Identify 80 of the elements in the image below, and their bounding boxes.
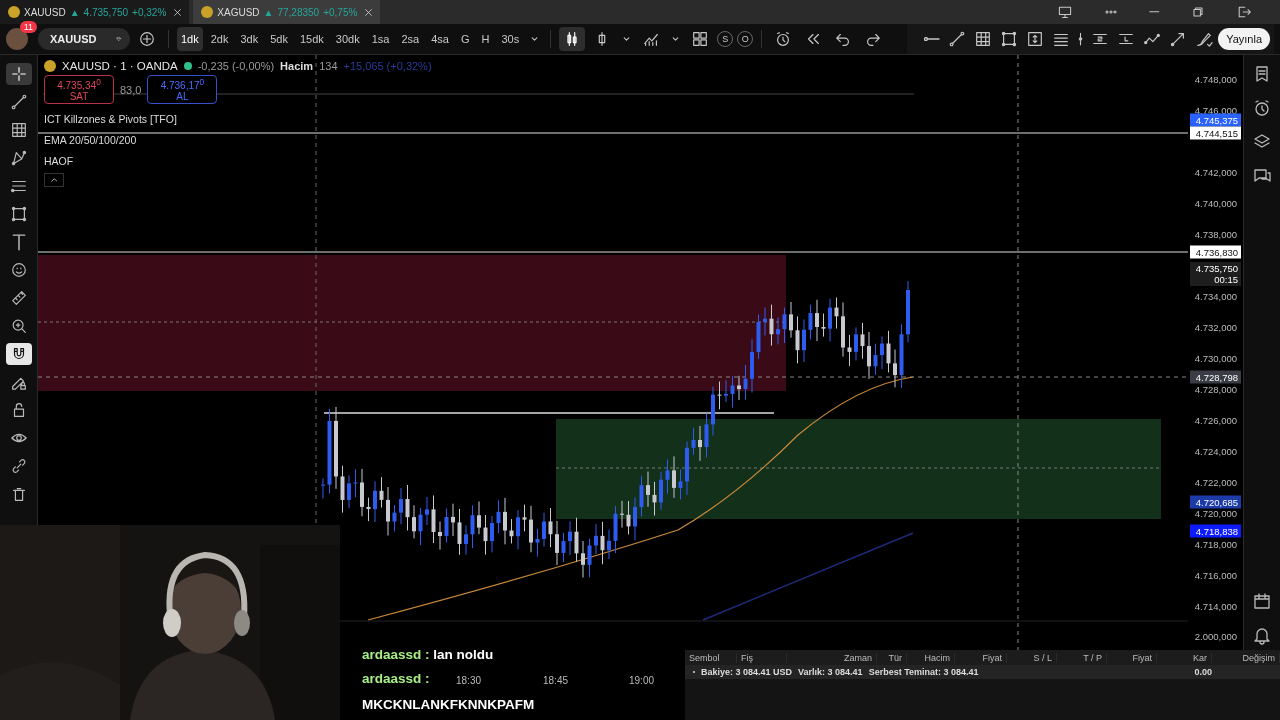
- interval-button[interactable]: 4sa: [427, 27, 453, 51]
- column-header[interactable]: Değişim: [1212, 652, 1280, 663]
- symbol-tab[interactable]: XAUUSD ▲ 4.735,750 +0,32%: [0, 0, 190, 24]
- price-tick: 4.728,000: [1194, 383, 1237, 395]
- volume-label: Hacim: [280, 60, 314, 72]
- time-label: 19:00: [629, 675, 655, 686]
- column-header[interactable]: Kar: [1157, 652, 1212, 663]
- symbol-search-field[interactable]: XAUUSD: [38, 28, 130, 50]
- arrow-icon: ▲: [263, 6, 274, 18]
- price-tag: 4.728,798: [1190, 370, 1241, 384]
- interval-button[interactable]: H: [477, 27, 494, 51]
- account-summary: Varlık: 3 084.41: [798, 667, 863, 677]
- tab-price: 77,28350: [277, 6, 320, 18]
- indicator-label[interactable]: ICT Killzones & Pivots [TFO]: [44, 113, 432, 126]
- price-tick: 4.734,000: [1194, 290, 1237, 302]
- chat-message: ardaassd :: [362, 671, 430, 686]
- tab-symbol: XAUUSD: [24, 6, 66, 18]
- interval-button[interactable]: 1dk: [177, 27, 203, 51]
- price-tick: 4.738,000: [1194, 228, 1237, 240]
- volume-value: 134: [319, 60, 338, 72]
- column-header[interactable]: Fiş: [737, 652, 787, 663]
- interval-button[interactable]: 30dk: [331, 27, 364, 51]
- price-tag: 4.736,830: [1190, 245, 1241, 259]
- time-label: 18:45: [543, 675, 569, 686]
- price-tick: 4.714,000: [1194, 600, 1237, 612]
- tab-symbol: XAGUSD: [217, 6, 260, 18]
- price-tick: 4.722,000: [1194, 476, 1237, 488]
- interval-button[interactable]: 1sa: [367, 27, 394, 51]
- price-tick: 4.742,000: [1194, 166, 1237, 178]
- publish-button[interactable]: Yayınla: [1218, 28, 1270, 50]
- price-tag: 4.745,375: [1190, 113, 1241, 127]
- column-header[interactable]: Fiyat: [1107, 652, 1157, 663]
- arrow-icon: ▲: [69, 6, 80, 18]
- price-tick: 2.000,000: [1194, 630, 1237, 642]
- interval-button[interactable]: 5dk: [266, 27, 292, 51]
- column-header[interactable]: S / L: [1007, 652, 1057, 663]
- price-tick: 4.746,000: [1194, 104, 1237, 116]
- caption-text: MKCKNLANKFKNNKPAFM: [362, 697, 535, 712]
- interval-button[interactable]: 2sa: [397, 27, 424, 51]
- price-tick: 4.740,000: [1194, 197, 1237, 209]
- chat-message: ardaassd : lan noldu: [362, 647, 494, 662]
- tab-change: +0,75%: [323, 6, 358, 18]
- time-label: 18:30: [456, 675, 482, 686]
- indicator-label[interactable]: EMA 20/50/100/200: [44, 134, 432, 147]
- interval-button[interactable]: 30s: [497, 27, 524, 51]
- column-header[interactable]: Tür: [877, 652, 907, 663]
- interval-button[interactable]: 15dk: [296, 27, 328, 51]
- profit-value: 0.00: [1194, 667, 1212, 677]
- price-change: -0,235 (-0,00%): [197, 60, 275, 72]
- tab-change: +0,32%: [132, 6, 167, 18]
- price-tick: 4.732,000: [1194, 321, 1237, 333]
- price-tag: 4.735,750 00:15: [1190, 262, 1241, 286]
- column-header[interactable]: Hacim: [907, 652, 955, 663]
- chart-title: XAUUSD · 1 · OANDA: [62, 60, 178, 72]
- column-header[interactable]: Fiyat: [955, 652, 1007, 663]
- buy-button[interactable]: 4.736,17$^{0}$ AL: [147, 75, 218, 105]
- price-tag: 4.744,515: [1190, 126, 1241, 140]
- interval-button[interactable]: 3dk: [236, 27, 263, 51]
- column-header[interactable]: Zaman: [787, 652, 877, 663]
- column-header[interactable]: Sembol: [685, 652, 737, 663]
- price-tick: 4.716,000: [1194, 569, 1237, 581]
- column-header[interactable]: T / P: [1057, 652, 1107, 663]
- price-tick: 4.730,000: [1194, 352, 1237, 364]
- day-change: +15,065 (+0,32%): [343, 60, 432, 72]
- price-tick: 4.724,000: [1194, 445, 1237, 457]
- account-summary: Bakiye: 3 084.41 USD: [701, 667, 793, 677]
- price-tick: 4.726,000: [1194, 414, 1237, 426]
- account-summary: Serbest Teminat: 3 084.41: [868, 667, 979, 677]
- indicator-label[interactable]: HAOF: [44, 155, 432, 168]
- price-tag: 4.720,685: [1190, 495, 1241, 509]
- symbol-tab[interactable]: XAGUSD ▲ 77,28350 +0,75%: [193, 0, 381, 24]
- price-tick: 4.720,000: [1194, 507, 1237, 519]
- sell-button[interactable]: 4.735,34$^{0}$ SAT: [44, 75, 114, 105]
- price-tag: 4.718,838: [1190, 524, 1241, 538]
- interval-button[interactable]: G: [456, 27, 474, 51]
- spread-value: 83,0: [120, 83, 142, 96]
- price-tick: 4.718,000: [1194, 538, 1237, 550]
- tab-price: 4.735,750: [83, 6, 129, 18]
- interval-button[interactable]: 2dk: [206, 27, 233, 51]
- price-tick: 4.748,000: [1194, 73, 1237, 85]
